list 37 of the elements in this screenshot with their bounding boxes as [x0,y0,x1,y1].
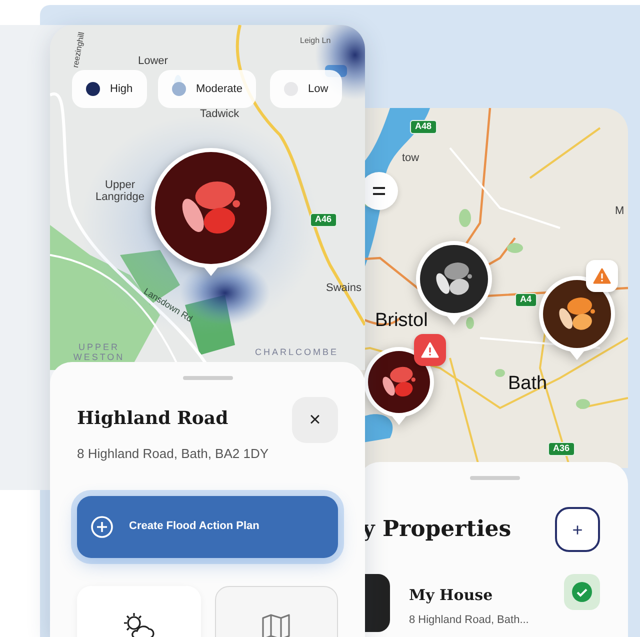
property-name: My House [409,585,494,606]
map-label: tow [402,152,420,164]
warning-icon [421,342,439,358]
legend-item[interactable]: Low [270,70,342,108]
map-label: Tadwick [200,108,240,120]
sheet-title: Highland Road [77,407,230,431]
plus-circle-icon [91,516,113,538]
legend-label: Moderate [196,82,242,97]
legend-label: High [110,82,133,97]
create-plan-button[interactable]: Create Flood Action Plan [77,496,338,558]
map-label: reezinghill [72,32,87,69]
map-label: Upper Langridge [94,179,146,204]
drag-handle[interactable] [182,376,232,380]
legend-item[interactable]: Moderate [158,70,256,108]
menu-icon [372,186,386,196]
property-address: 8 Highland Road, Bath... [409,612,530,628]
map-label: Leigh Ln [300,37,331,46]
map-label: Bristol [375,311,428,332]
check-icon [572,582,592,602]
add-button[interactable]: + [555,507,600,552]
road-sign: A36 [548,442,575,456]
map-icon [261,612,292,637]
map-label: M [615,205,624,218]
road-sign: A4 [515,293,537,307]
map-label: UPPER WESTON [72,343,126,363]
drag-handle[interactable] [470,476,520,480]
road-sign: A48 [410,120,437,134]
legend-item[interactable]: High [72,70,147,108]
map-label: CHARLCOMBE [255,348,339,358]
address-text: 8 Highland Road, Bath, BA2 1DY [77,445,269,463]
warning-icon [593,268,611,284]
road-sign: A46 [310,213,337,227]
check-tile[interactable] [564,574,600,610]
sun-cloud-icon [122,612,155,637]
legend-label: Low [308,82,328,97]
map-label: Lower [138,55,168,68]
close-button[interactable]: × [292,397,338,443]
